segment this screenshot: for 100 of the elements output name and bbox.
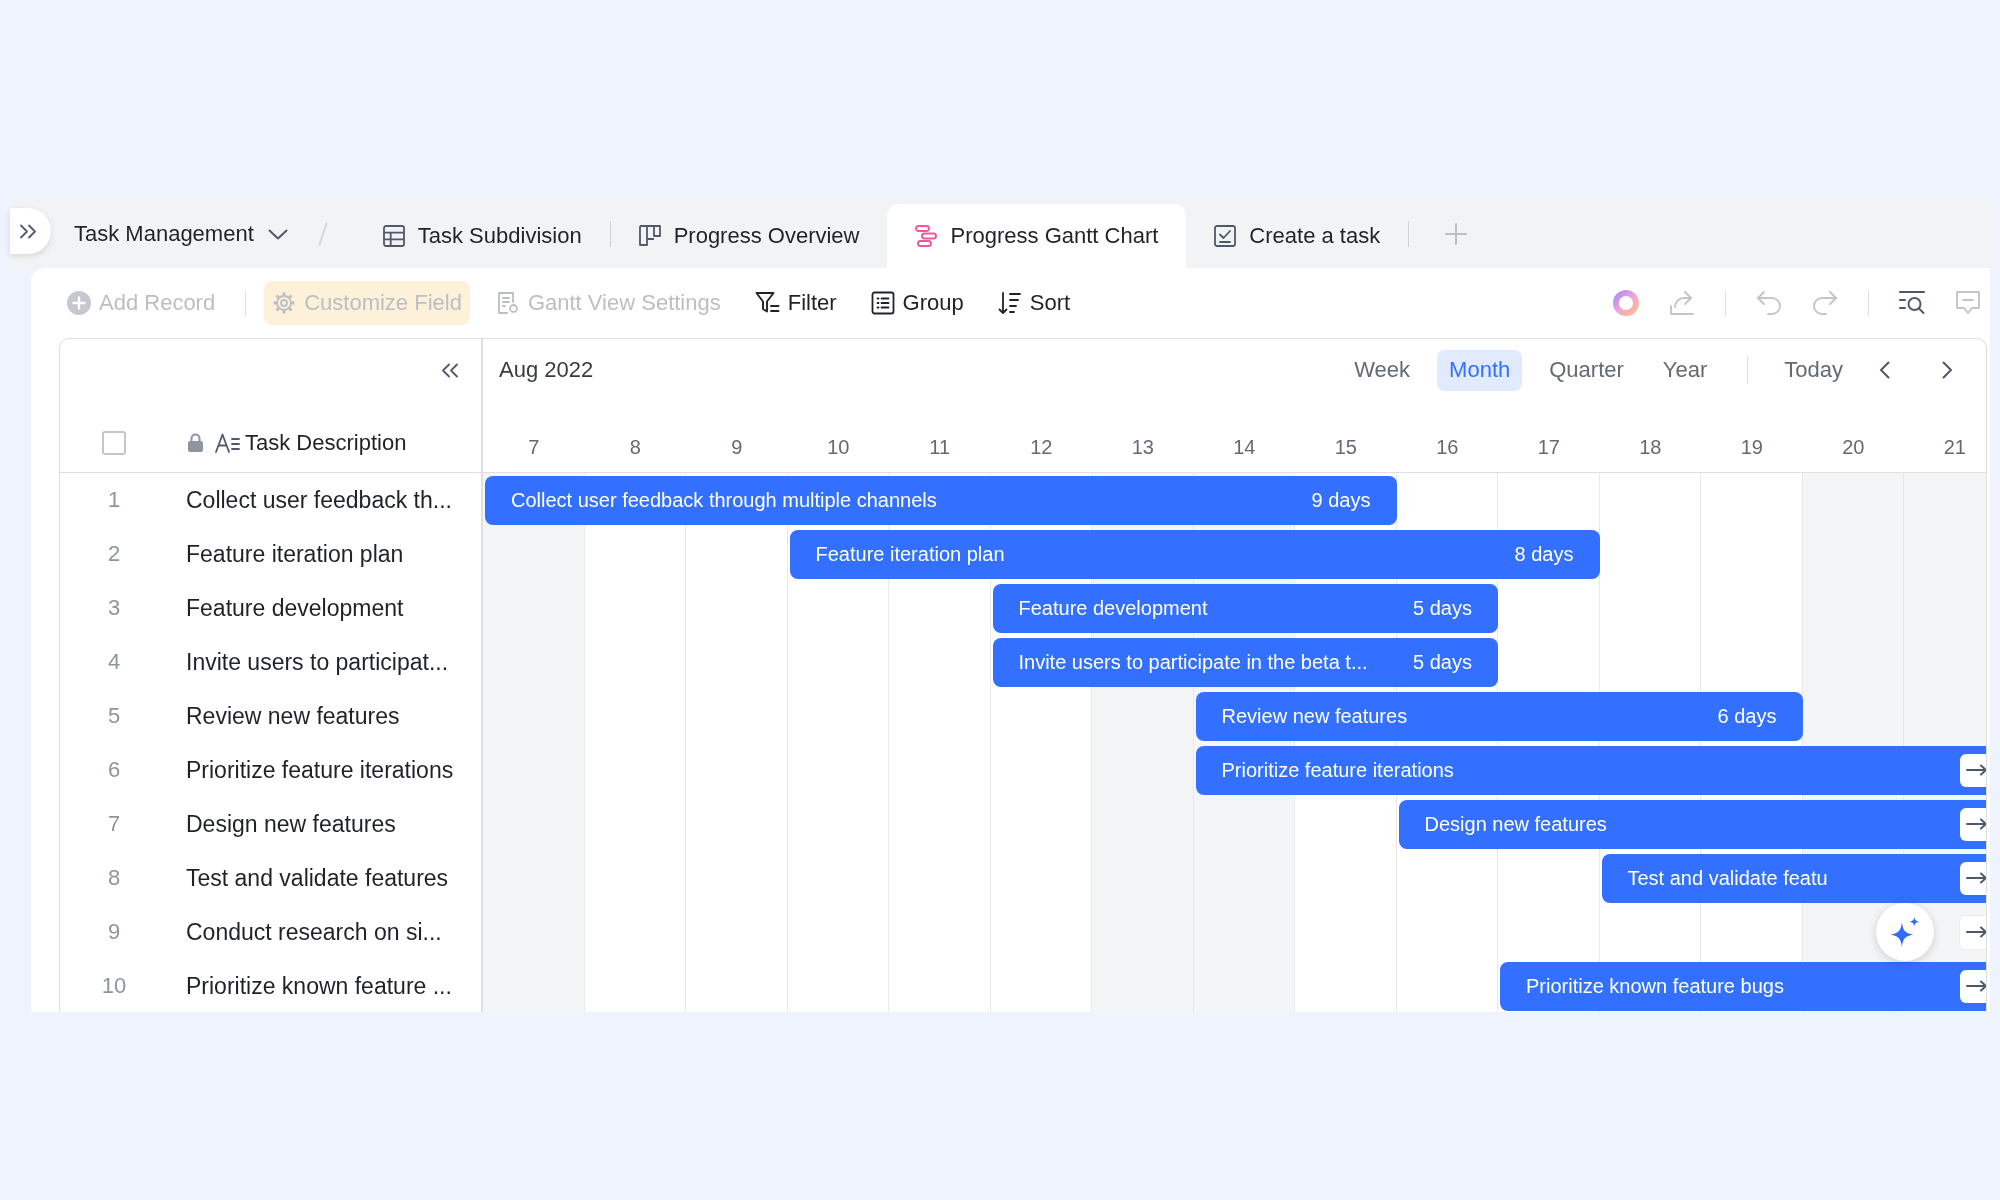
task-name: Feature iteration plan [186, 540, 404, 568]
task-name: Collect user feedback th... [186, 486, 452, 514]
period-label: Aug 2022 [499, 357, 594, 383]
row-number: 2 [106, 541, 122, 567]
day-label: 7 [527, 435, 541, 460]
time-scale-tab[interactable]: Month [1437, 349, 1523, 391]
task-name: Design new features [186, 810, 396, 838]
bar-label: Test and validate featu [1627, 866, 1828, 890]
task-name: Prioritize known feature ... [186, 972, 452, 1000]
checked-square-icon [1214, 225, 1237, 247]
bar-label: Review new features [1221, 704, 1408, 728]
view-tab[interactable]: Task Subdivision [354, 204, 610, 268]
task-bar[interactable]: Test and validate featu [1601, 853, 1986, 903]
filter-icon [754, 291, 780, 315]
day-label: 10 [826, 435, 851, 460]
view-tab[interactable]: Create a task [1186, 204, 1409, 268]
arrow-right-icon [1965, 818, 1986, 830]
double-chevron-left-icon[interactable] [441, 362, 459, 378]
duration-label: 6 days [1717, 704, 1777, 728]
duration-label: 9 days [1311, 488, 1371, 512]
day-label: 12 [1029, 435, 1054, 460]
bar-label: Design new features [1424, 812, 1607, 836]
select-all-checkbox[interactable] [102, 430, 126, 455]
sort-icon [997, 291, 1022, 315]
time-scale-tab[interactable]: Quarter [1537, 349, 1636, 391]
day-label: 17 [1536, 435, 1561, 460]
sparkle-icon [1890, 917, 1920, 947]
jump-to-bar-button[interactable] [1959, 969, 1986, 1003]
bar-label: Prioritize feature iterations [1221, 758, 1454, 782]
task-name: Test and validate features [186, 864, 449, 892]
toolbar-button[interactable]: Filter [746, 281, 845, 325]
day-label: 14 [1232, 435, 1257, 460]
search-list-icon[interactable] [1899, 290, 1925, 316]
arrow-right-icon [1965, 926, 1986, 938]
expand-sidebar-button[interactable] [10, 208, 51, 254]
row-number: 5 [106, 703, 122, 729]
bar-label: Collect user feedback through multiple channels [511, 488, 937, 512]
bar-label: Feature iteration plan [815, 542, 1005, 566]
day-label: 18 [1638, 435, 1663, 460]
task-name: Invite users to participat... [186, 648, 449, 676]
chevron-left-icon[interactable] [1879, 361, 1890, 379]
task-bar[interactable]: Prioritize known feature bugs [1500, 961, 1986, 1011]
double-chevron-right-icon [18, 223, 37, 239]
time-scale-tab[interactable]: Year [1650, 349, 1720, 391]
task-bar[interactable]: Collect user feedback through multiple channels 9 days [485, 475, 1397, 525]
day-label: 9 [730, 435, 744, 460]
plus-circle-icon [67, 291, 91, 315]
task-name: Feature development [186, 594, 404, 622]
view-tab[interactable]: Progress Gantt Chart [887, 204, 1187, 268]
row-number: 10 [100, 973, 128, 999]
list-icon [870, 291, 895, 315]
jump-to-bar-button[interactable] [1959, 753, 1986, 787]
day-label: 20 [1841, 435, 1866, 460]
arrow-right-icon [1965, 872, 1986, 884]
task-name: Conduct research on si... [186, 918, 442, 946]
bar-label: Invite users to participate in the beta t... [1018, 650, 1368, 674]
task-bar[interactable]: Prioritize feature iterations [1195, 745, 1986, 795]
text-field-icon [215, 432, 240, 453]
toolbar-button[interactable]: Group [862, 281, 972, 325]
row-number: 1 [106, 487, 122, 513]
day-label: 13 [1130, 435, 1155, 460]
row-number: 7 [106, 811, 122, 837]
day-label: 11 [928, 435, 952, 460]
bar-label: Feature development [1018, 596, 1208, 620]
row-number: 8 [106, 865, 122, 891]
day-label: 16 [1435, 435, 1460, 460]
task-bar[interactable]: Review new features 6 days [1195, 691, 1803, 741]
chevron-right-icon[interactable] [1942, 361, 1953, 379]
task-name: Prioritize feature iterations [186, 756, 454, 784]
arrow-right-icon [1965, 980, 1986, 992]
document-gear-icon [495, 291, 520, 315]
base-menu-button[interactable]: Task Management [74, 212, 288, 256]
row-number: 4 [106, 649, 122, 675]
jump-to-bar-button[interactable] [1959, 807, 1986, 841]
column-header: Task Description [245, 429, 407, 456]
bar-label: Prioritize known feature bugs [1526, 974, 1784, 998]
arrow-right-icon [1965, 764, 1986, 776]
task-bar[interactable]: Feature iteration plan 8 days [789, 529, 1600, 579]
task-bar[interactable]: Design new features [1398, 799, 1986, 849]
kanban-icon [638, 225, 661, 247]
toolbar-button[interactable]: Sort [989, 281, 1079, 325]
row-number: 3 [106, 595, 122, 621]
task-bar[interactable]: Invite users to participate in the beta t... 5 days [992, 637, 1498, 687]
time-scale-tab[interactable]: Week [1342, 349, 1423, 391]
jump-to-bar-button[interactable] [1959, 915, 1986, 949]
row-number: 9 [106, 919, 122, 945]
day-label: 8 [628, 435, 642, 460]
duration-label: 5 days [1413, 650, 1472, 674]
gantt-icon [915, 225, 938, 247]
table-icon [382, 225, 405, 247]
task-bar[interactable]: Feature development 5 days [992, 583, 1498, 633]
chevron-down-icon [267, 228, 288, 240]
lock-icon [188, 433, 203, 452]
jump-to-bar-button[interactable] [1959, 861, 1986, 895]
day-label: 21 [1942, 435, 1967, 460]
row-number: 6 [106, 757, 122, 783]
duration-label: 5 days [1413, 596, 1472, 620]
view-tab[interactable]: Progress Overview [610, 204, 888, 268]
duration-label: 8 days [1514, 542, 1574, 566]
today-button[interactable]: Today [1772, 349, 1855, 391]
